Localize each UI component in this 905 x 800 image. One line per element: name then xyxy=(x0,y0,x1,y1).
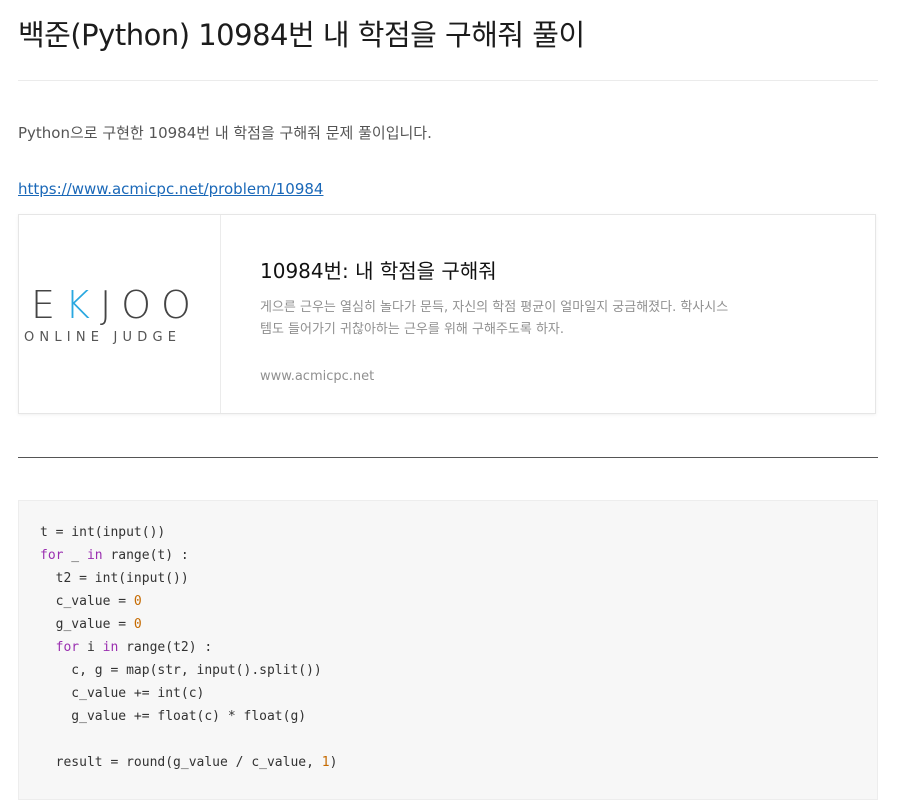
code-lines: t = int(input()) for _ in range(t) : t2 =… xyxy=(40,521,337,774)
baekjoon-logo: EKJOO ONLINE JUDGE xyxy=(19,215,221,413)
section-divider xyxy=(18,457,878,458)
code-text: ) xyxy=(329,755,338,770)
code-number: 0 xyxy=(133,617,142,632)
code-keyword: for xyxy=(55,640,80,655)
link-preview-card[interactable]: EKJOO ONLINE JUDGE 10984번: 내 학점을 구해줘 게으른… xyxy=(18,214,876,414)
code-text: t2 = int(input()) xyxy=(40,571,189,586)
blog-post-page: 백준(Python) 10984번 내 학점을 구해줘 풀이 Python으로 … xyxy=(0,0,905,800)
logo-letter-k: K xyxy=(65,283,100,327)
logo-letters-joo: JOO xyxy=(99,283,201,327)
logo-subtitle: ONLINE JUDGE xyxy=(24,330,182,345)
code-line: c_value += int(c) xyxy=(40,682,337,705)
code-line: c, g = map(str, input().split()) xyxy=(40,659,337,682)
post-intro: Python으로 구현한 10984번 내 학점을 구해줘 문제 풀이입니다. xyxy=(18,124,432,142)
card-title: 10984번: 내 학점을 구해줘 xyxy=(260,259,497,283)
code-text: i xyxy=(79,640,103,655)
code-text: g_value += float(c) * float(g) xyxy=(40,709,307,724)
code-text: c, g = map(str, input().split()) xyxy=(40,663,322,678)
code-keyword: in xyxy=(102,640,119,655)
code-line: t = int(input()) xyxy=(40,521,337,544)
code-text: g_value = xyxy=(40,617,134,632)
code-text: range(t) : xyxy=(102,548,189,563)
code-number: 1 xyxy=(321,755,330,770)
code-line: t2 = int(input()) xyxy=(40,567,337,590)
code-line: g_value = 0 xyxy=(40,613,337,636)
code-number: 0 xyxy=(133,594,142,609)
card-description: 게으른 근우는 열심히 놀다가 문득, 자신의 학점 평균이 얼마일지 궁금해졌… xyxy=(260,300,729,337)
code-text: c_value = xyxy=(40,594,134,609)
code-block: t = int(input()) for _ in range(t) : t2 =… xyxy=(18,500,878,800)
code-keyword: in xyxy=(86,548,103,563)
code-text: t = int(input()) xyxy=(40,525,166,540)
code-line: result = round(g_value / c_value, 1) xyxy=(40,751,338,774)
code-line: for i in range(t2) : xyxy=(40,636,337,659)
code-text: _ xyxy=(63,548,87,563)
logo-wordmark: EKJOO xyxy=(31,283,201,327)
card-domain: www.acmicpc.net xyxy=(260,369,375,384)
code-line: for _ in range(t) : xyxy=(40,544,337,567)
code-line: c_value = 0 xyxy=(40,590,337,613)
post-title: 백준(Python) 10984번 내 학점을 구해줘 풀이 xyxy=(18,18,585,52)
code-text: range(t2) : xyxy=(118,640,213,655)
code-line: g_value += float(c) * float(g) xyxy=(40,705,337,728)
code-text: c_value += int(c) xyxy=(40,686,205,701)
code-text: result = round(g_value / c_value, xyxy=(40,755,322,770)
problem-link[interactable]: https://www.acmicpc.net/problem/10984 xyxy=(18,180,323,198)
title-divider xyxy=(18,80,878,81)
code-keyword: for xyxy=(40,548,64,563)
logo-letter-e: E xyxy=(31,283,66,327)
